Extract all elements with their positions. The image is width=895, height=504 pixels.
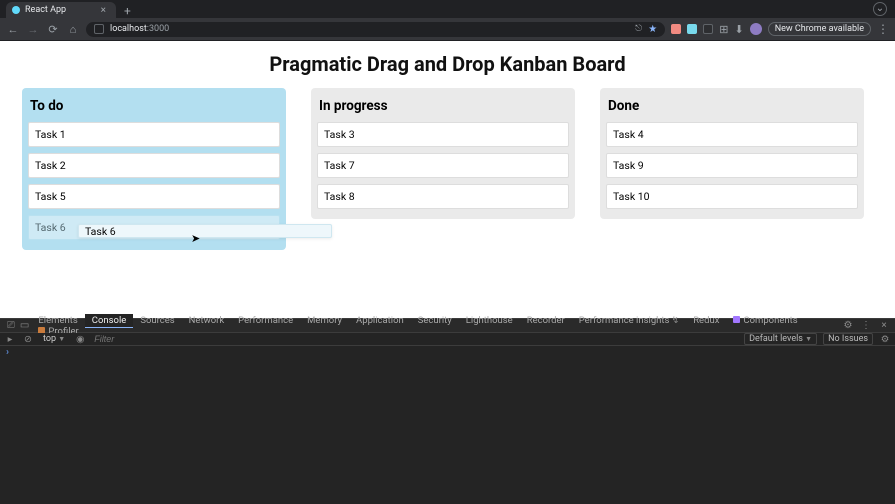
bookmark-icon[interactable]: ★ [648, 24, 657, 35]
execution-context-selector[interactable]: top ▼ [40, 334, 68, 344]
console-sidebar-toggle-icon[interactable]: ▸ [4, 334, 16, 345]
download-icon[interactable]: ⬇ [734, 23, 743, 36]
inspect-element-icon[interactable]: ⎚ [4, 320, 18, 331]
translate-icon[interactable]: ⎋ [635, 24, 642, 34]
close-icon[interactable]: × [101, 5, 106, 16]
page-title: Pragmatic Drag and Drop Kanban Board [0, 41, 895, 88]
issues-chip[interactable]: No Issues [823, 333, 873, 345]
new-tab-button[interactable]: + [116, 4, 139, 18]
log-levels-selector[interactable]: Default levels ▼ [744, 333, 817, 345]
column-title: In progress [317, 96, 569, 122]
chrome-menu-button[interactable]: ⋮ [877, 22, 889, 36]
column-title: Done [606, 96, 858, 122]
extension-icon[interactable] [687, 24, 697, 34]
reload-button[interactable]: ⟳ [46, 23, 60, 36]
kanban-column[interactable]: To doTask 1 Task 2 Task 5 Task 6 [22, 88, 286, 250]
browser-tabstrip: React App × + ⌄ [0, 0, 895, 18]
extension-icon[interactable] [703, 24, 713, 34]
url-host: localhost [110, 24, 147, 34]
back-button[interactable]: ← [6, 23, 20, 36]
devtools-tabbar: ⎚ ▭ ElementsConsoleSourcesNetworkPerform… [0, 319, 895, 333]
kanban-card[interactable]: Task 8 [317, 184, 569, 209]
chevron-down-icon: ▼ [58, 335, 65, 343]
devtools-menu-icon[interactable]: ⋮ [859, 320, 873, 331]
toolbar-right: ⊞ ⬇ New Chrome available ⋮ [671, 22, 889, 36]
kanban-board: To doTask 1 Task 2 Task 5 Task 6 In progress… [0, 88, 895, 250]
kanban-card[interactable]: Task 5 [28, 184, 280, 209]
kanban-card[interactable]: Task 3 [317, 122, 569, 147]
kanban-card[interactable]: Task 9 [606, 153, 858, 178]
chrome-update-chip[interactable]: New Chrome available [768, 22, 871, 36]
console-toolbar: ▸ ⊘ top ▼ ◉ Default levels ▼ No Issues ⚙ [0, 333, 895, 346]
site-info-icon[interactable] [94, 24, 104, 34]
address-bar[interactable]: localhost:3000 ⎋ ★ [86, 22, 665, 37]
devtools-close-icon[interactable]: × [877, 320, 891, 331]
kanban-card[interactable]: Task 6 [28, 215, 280, 240]
tab-title: React App [25, 5, 66, 15]
chevron-down-icon: ▼ [805, 335, 812, 343]
tab-favicon [12, 6, 20, 14]
console-filter-input[interactable] [92, 334, 738, 344]
page-viewport: Pragmatic Drag and Drop Kanban Board To … [0, 41, 895, 318]
device-toggle-icon[interactable]: ▭ [18, 320, 32, 331]
extensions-button[interactable]: ⊞ [719, 23, 728, 36]
kanban-column[interactable]: DoneTask 4 Task 9 Task 10 [600, 88, 864, 219]
browser-toolbar: ← → ⟳ ⌂ localhost:3000 ⎋ ★ ⊞ ⬇ New Chrom… [0, 18, 895, 41]
live-expression-icon[interactable]: ◉ [74, 334, 86, 345]
page: Pragmatic Drag and Drop Kanban Board To … [0, 41, 895, 250]
column-title: To do [28, 96, 280, 122]
console-output [0, 358, 895, 504]
devtools-settings-icon[interactable]: ⚙ [841, 320, 855, 331]
console-prompt[interactable]: › [0, 346, 895, 358]
home-button[interactable]: ⌂ [66, 23, 80, 36]
kanban-card[interactable]: Task 7 [317, 153, 569, 178]
kanban-card[interactable]: Task 1 [28, 122, 280, 147]
url-path: :3000 [147, 24, 169, 34]
window-collapse-button[interactable]: ⌄ [873, 2, 887, 16]
kanban-card[interactable]: Task 10 [606, 184, 858, 209]
kanban-column[interactable]: In progressTask 3 Task 7 Task 8 [311, 88, 575, 219]
profile-avatar[interactable] [750, 23, 762, 35]
console-settings-icon[interactable]: ⚙ [879, 334, 891, 345]
kanban-card[interactable]: Task 2 [28, 153, 280, 178]
extension-icon[interactable] [671, 24, 681, 34]
forward-button[interactable]: → [26, 23, 40, 36]
kanban-card[interactable]: Task 4 [606, 122, 858, 147]
devtools-panel: ⎚ ▭ ElementsConsoleSourcesNetworkPerform… [0, 318, 895, 504]
clear-console-icon[interactable]: ⊘ [22, 334, 34, 345]
browser-tab[interactable]: React App × [6, 2, 116, 18]
